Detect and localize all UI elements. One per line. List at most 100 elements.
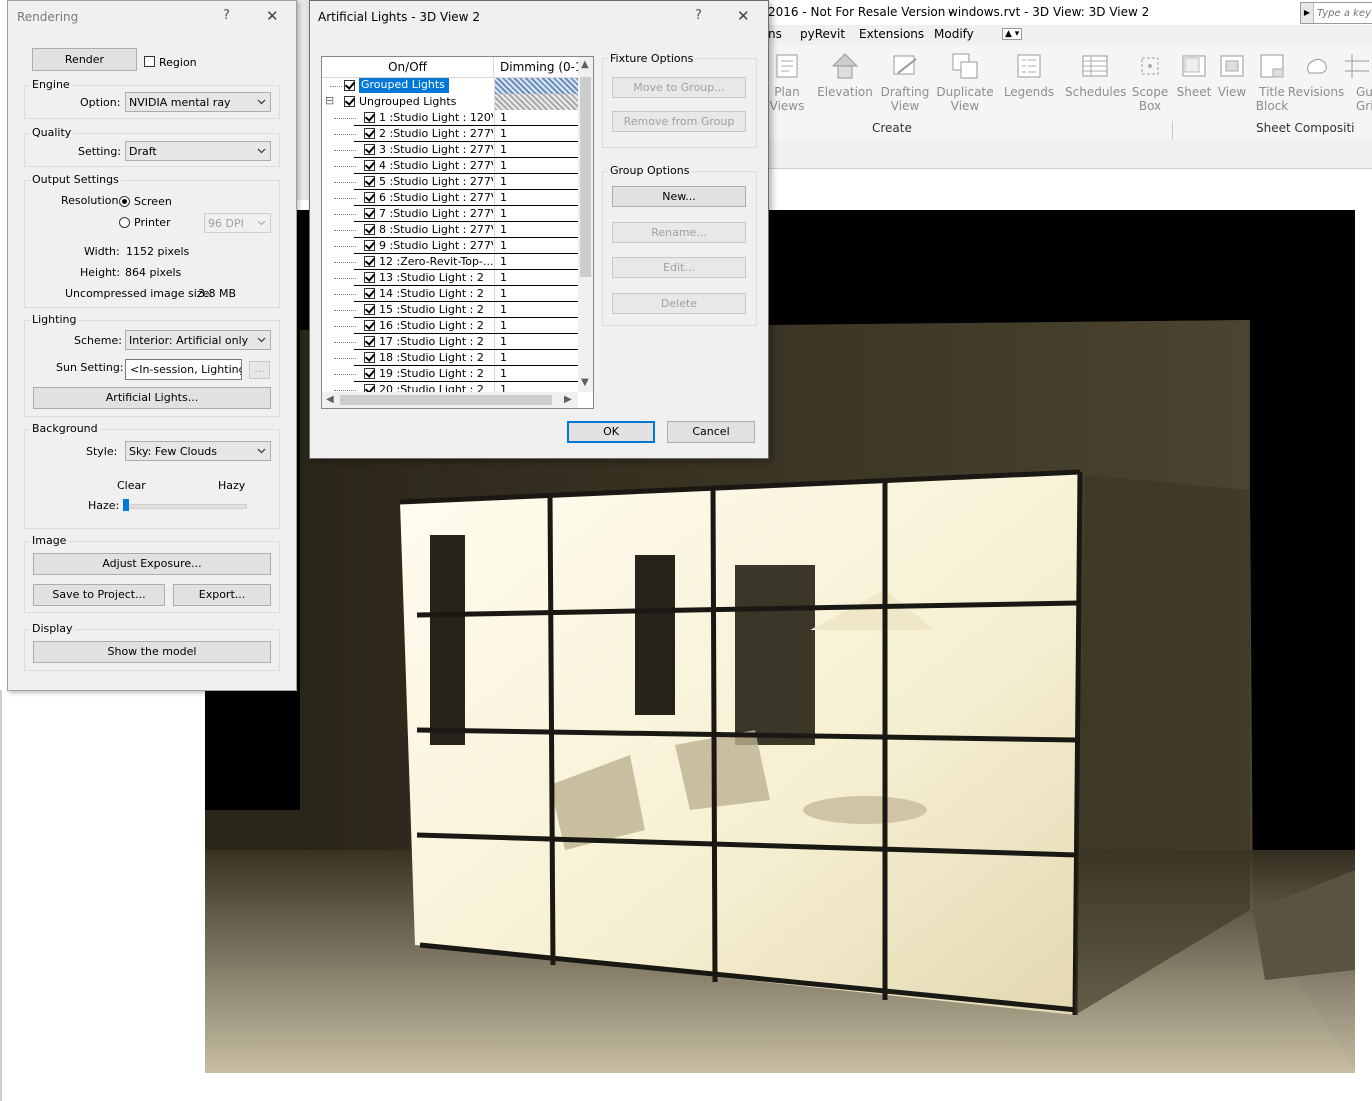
light-on-checkbox[interactable] bbox=[364, 336, 375, 347]
light-on-checkbox[interactable] bbox=[364, 272, 375, 283]
light-row[interactable]: ⊟ Ungrouped Lights bbox=[322, 94, 578, 110]
dialog-close-icon[interactable]: ✕ bbox=[737, 7, 750, 25]
dimming-cell[interactable]: 1 bbox=[494, 142, 578, 158]
dimming-cell[interactable]: 1 bbox=[494, 350, 578, 366]
dimming-cell[interactable]: 1 bbox=[494, 126, 578, 142]
export-button[interactable]: Export... bbox=[173, 584, 271, 606]
dimming-cell[interactable]: 1 bbox=[494, 366, 578, 382]
delete-group-button[interactable]: Delete bbox=[612, 293, 746, 314]
dimming-cell[interactable]: 1 bbox=[494, 190, 578, 206]
sun-setting-field[interactable]: <In-session, Lighting> bbox=[125, 359, 242, 380]
light-on-checkbox[interactable] bbox=[364, 144, 375, 155]
adjust-exposure-button[interactable]: Adjust Exposure... bbox=[33, 553, 271, 575]
new-group-button[interactable]: New... bbox=[612, 186, 746, 207]
dimming-cell[interactable]: 1 bbox=[494, 286, 578, 302]
light-on-checkbox[interactable] bbox=[364, 368, 375, 379]
ribbon-tab-partial[interactable]: ns bbox=[768, 27, 782, 41]
light-on-checkbox[interactable] bbox=[364, 112, 375, 123]
light-row[interactable]: 1 :Studio Light : 120V 1 bbox=[322, 110, 578, 126]
move-to-group-button[interactable]: Move to Group... bbox=[612, 77, 746, 98]
light-row[interactable]: 3 :Studio Light : 277V 1 bbox=[322, 142, 578, 158]
light-row[interactable]: 17 :Studio Light : 2 1 bbox=[322, 334, 578, 350]
dimming-cell[interactable] bbox=[494, 94, 578, 110]
guide-grid-button[interactable]: Guid Grid bbox=[1342, 51, 1372, 113]
lights-vertical-scrollbar[interactable]: ▲ ▼ bbox=[578, 57, 593, 392]
light-row[interactable]: 16 :Studio Light : 2 1 bbox=[322, 318, 578, 334]
dimming-cell[interactable]: 1 bbox=[494, 238, 578, 254]
light-row[interactable]: 18 :Studio Light : 2 1 bbox=[322, 350, 578, 366]
light-on-checkbox[interactable] bbox=[364, 240, 375, 251]
scroll-up-icon[interactable]: ▲ bbox=[581, 59, 589, 70]
light-on-checkbox[interactable] bbox=[364, 320, 375, 331]
dimming-cell[interactable] bbox=[494, 78, 578, 94]
scroll-down-icon[interactable]: ▼ bbox=[581, 377, 589, 388]
light-on-checkbox[interactable] bbox=[364, 208, 375, 219]
rename-group-button[interactable]: Rename... bbox=[612, 222, 746, 243]
printer-radio[interactable] bbox=[119, 217, 130, 228]
elevation-button[interactable]: Elevation bbox=[815, 51, 875, 99]
haze-slider-track[interactable] bbox=[125, 504, 247, 509]
dimming-cell[interactable]: 1 bbox=[494, 222, 578, 238]
lights-tree-list[interactable]: On/Off Dimming (0-1) Grouped Lights ⊟ Ungr… bbox=[321, 56, 594, 409]
ribbon-tab-extensions[interactable]: Extensions bbox=[859, 27, 924, 41]
light-row[interactable]: 13 :Studio Light : 2 1 bbox=[322, 270, 578, 286]
light-row[interactable]: 6 :Studio Light : 277V 1 bbox=[322, 190, 578, 206]
light-on-checkbox[interactable] bbox=[364, 128, 375, 139]
light-row[interactable]: 7 :Studio Light : 277V 1 bbox=[322, 206, 578, 222]
dimming-column-header[interactable]: Dimming (0-1) bbox=[494, 57, 578, 77]
haze-slider-thumb[interactable] bbox=[123, 499, 129, 511]
region-checkbox[interactable] bbox=[144, 56, 155, 67]
light-on-checkbox[interactable] bbox=[344, 80, 355, 91]
rendering-close-icon[interactable]: ✕ bbox=[266, 7, 279, 25]
sun-setting-browse-button[interactable]: ... bbox=[249, 361, 270, 379]
light-row[interactable]: 5 :Studio Light : 277V 1 bbox=[322, 174, 578, 190]
horizontal-scroll-thumb[interactable] bbox=[340, 395, 552, 405]
show-model-button[interactable]: Show the model bbox=[33, 641, 271, 663]
light-on-checkbox[interactable] bbox=[364, 288, 375, 299]
dimming-cell[interactable]: 1 bbox=[494, 206, 578, 222]
revisions-button[interactable]: Revisions bbox=[1286, 51, 1346, 99]
render-button[interactable]: Render bbox=[32, 48, 137, 71]
screen-radio[interactable] bbox=[119, 196, 130, 207]
search-expand-icon[interactable]: ▶ bbox=[1301, 3, 1314, 23]
light-on-checkbox[interactable] bbox=[364, 224, 375, 235]
light-on-checkbox[interactable] bbox=[344, 96, 355, 107]
duplicate-view-button[interactable]: Duplicate View bbox=[935, 51, 995, 113]
light-row[interactable]: 8 :Studio Light : 277V 1 bbox=[322, 222, 578, 238]
dpi-dropdown[interactable]: 96 DPI bbox=[204, 213, 271, 233]
scroll-left-icon[interactable]: ◀ bbox=[326, 394, 334, 405]
rendering-help-icon[interactable]: ? bbox=[223, 8, 230, 23]
dimming-cell[interactable]: 1 bbox=[494, 158, 578, 174]
dimming-cell[interactable]: 1 bbox=[494, 302, 578, 318]
help-search-box[interactable]: ▶ bbox=[1300, 2, 1372, 24]
artificial-lights-button[interactable]: Artificial Lights... bbox=[33, 387, 271, 409]
cancel-button[interactable]: Cancel bbox=[667, 421, 755, 443]
ribbon-minimize-icon[interactable]: ▲ ▾ bbox=[1002, 28, 1023, 40]
light-row[interactable]: 12 :Zero-Revit-Top-... 1 bbox=[322, 254, 578, 270]
tree-collapse-icon[interactable]: ⊟ bbox=[325, 94, 334, 107]
light-row[interactable]: Grouped Lights bbox=[322, 78, 578, 94]
ribbon-tab-modify[interactable]: Modify bbox=[934, 27, 974, 41]
dimming-cell[interactable]: 1 bbox=[494, 110, 578, 126]
remove-from-group-button[interactable]: Remove from Group bbox=[612, 111, 746, 132]
engine-option-dropdown[interactable]: NVIDIA mental ray bbox=[125, 92, 271, 112]
dimming-cell[interactable]: 1 bbox=[494, 318, 578, 334]
dimming-cell[interactable]: 1 bbox=[494, 174, 578, 190]
light-row[interactable]: 2 :Studio Light : 277V 1 bbox=[322, 126, 578, 142]
light-row[interactable]: 19 :Studio Light : 2 1 bbox=[322, 366, 578, 382]
light-on-checkbox[interactable] bbox=[364, 256, 375, 267]
vertical-scroll-thumb[interactable] bbox=[580, 77, 591, 277]
light-on-checkbox[interactable] bbox=[364, 352, 375, 363]
lighting-scheme-dropdown[interactable]: Interior: Artificial only bbox=[125, 330, 271, 350]
dimming-cell[interactable]: 1 bbox=[494, 334, 578, 350]
light-row[interactable]: 9 :Studio Light : 277V 1 bbox=[322, 238, 578, 254]
dimming-cell[interactable]: 1 bbox=[494, 254, 578, 270]
lights-horizontal-scrollbar[interactable]: ◀ ▶ bbox=[322, 392, 578, 408]
light-on-checkbox[interactable] bbox=[364, 176, 375, 187]
schedules-button[interactable]: Schedules bbox=[1065, 51, 1126, 99]
dialog-help-icon[interactable]: ? bbox=[695, 8, 702, 23]
save-to-project-button[interactable]: Save to Project... bbox=[33, 584, 165, 606]
light-row[interactable]: 15 :Studio Light : 2 1 bbox=[322, 302, 578, 318]
onoff-column-header[interactable]: On/Off bbox=[322, 57, 494, 77]
quality-setting-dropdown[interactable]: Draft bbox=[125, 141, 271, 161]
